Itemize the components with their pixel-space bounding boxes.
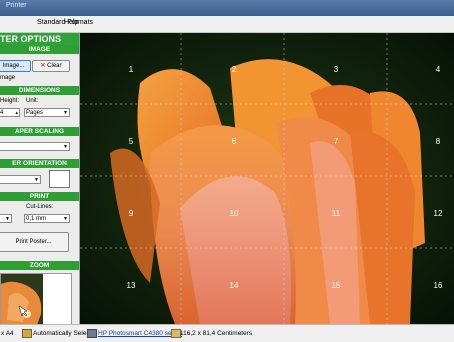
height-field[interactable]: 4 ▴: [0, 108, 20, 117]
options-panel: TER OPTIONS IMAGE Image... ✕ Clear mage …: [0, 33, 80, 324]
unit-label: Unit:: [26, 98, 39, 104]
tile-number: 13: [126, 281, 136, 290]
tile-number: 6: [231, 137, 237, 146]
chevron-down-icon: ▼: [34, 177, 39, 183]
tile-number: 10: [229, 209, 239, 218]
tile-number: 12: [433, 209, 443, 218]
tile-number: 14: [229, 281, 239, 290]
status-size: 116,2 x 81,4 Centimeters: [180, 330, 253, 337]
printer-icon: [87, 329, 97, 338]
scaling-section-header: APER SCALING: [0, 127, 79, 136]
print-section-header: PRINT: [0, 192, 79, 201]
unit-select[interactable]: Pages ▼: [24, 108, 70, 117]
tile-number: 4: [435, 65, 441, 74]
cutlines-label: Cut-Lines:: [26, 204, 54, 210]
tile-number: 3: [333, 65, 339, 74]
unit-value: Pages: [26, 110, 44, 116]
status-bar: x A4 Automatically Select HP Photosmart …: [0, 324, 454, 342]
clear-icon: ✕: [40, 63, 46, 69]
window-title: Printer: [6, 2, 27, 9]
tile-number: 2: [231, 65, 237, 74]
scaling-select[interactable]: ▼: [0, 142, 70, 151]
image-filename: mage: [0, 75, 16, 81]
dimensions-section-header: DIMENSIONS: [0, 86, 79, 95]
zoom-thumbnail: [1, 274, 43, 324]
cutlines-value: 0,1 mm: [26, 216, 47, 222]
zoom-preview[interactable]: [0, 273, 72, 324]
orientation-section-header: ER ORIENTATION: [0, 159, 79, 168]
printer-select-icon: [22, 329, 32, 338]
tile-number: 9: [128, 209, 134, 218]
print-select[interactable]: ▼: [0, 214, 12, 223]
chevron-down-icon: ▼: [63, 216, 68, 222]
spinner-icon: ▴: [15, 110, 18, 116]
menu-help[interactable]: Help: [64, 19, 78, 26]
tile-number: 16: [433, 281, 443, 290]
tile-number: 15: [331, 281, 341, 290]
orientation-preview[interactable]: [49, 170, 70, 188]
clear-button[interactable]: ✕ Clear: [32, 60, 70, 72]
tile-number: 7: [333, 137, 339, 146]
clear-label: Clear: [47, 63, 62, 69]
tile-number: 5: [128, 137, 134, 146]
status-printer[interactable]: HP Photosmart C4380 series: [98, 330, 182, 337]
chevron-down-icon: ▼: [63, 110, 68, 116]
chevron-down-icon: ▼: [5, 216, 10, 222]
print-poster-button[interactable]: Print Poster...: [0, 232, 69, 252]
panel-title: TER OPTIONS: [0, 33, 79, 45]
menu-bar: Standard Formats Help: [0, 16, 454, 33]
cutlines-select[interactable]: 0,1 mm ▼: [24, 214, 70, 223]
image-section-header: IMAGE: [0, 45, 79, 54]
height-value: 4: [0, 110, 4, 116]
height-label: Height:: [0, 98, 20, 104]
tile-number: 11: [331, 209, 341, 218]
chevron-down-icon: ▼: [63, 144, 68, 150]
zoom-section-header: ZOOM: [0, 261, 79, 270]
tile-number: 1: [128, 65, 134, 74]
title-bar: Printer: [0, 0, 454, 16]
poster-preview[interactable]: 1 2 3 4 5 6 7 8 9 10 11 12 13 14 15 16: [80, 33, 454, 324]
status-select-mode[interactable]: Automatically Select: [33, 330, 92, 337]
tile-number: 8: [435, 137, 441, 146]
image-button[interactable]: Image...: [0, 60, 31, 72]
orientation-select[interactable]: ▼: [0, 175, 41, 184]
status-paper: x A4: [1, 330, 14, 337]
